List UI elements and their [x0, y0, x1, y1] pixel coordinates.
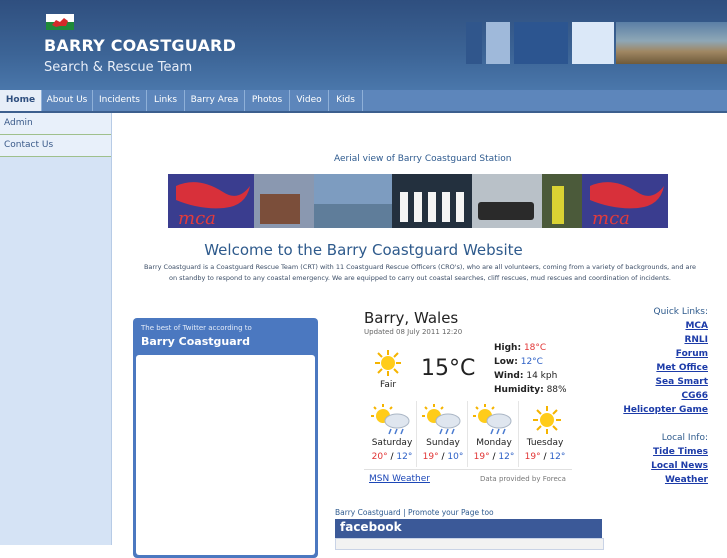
quick-link-helicopter-game[interactable]: Helicopter Game [623, 405, 708, 415]
forecast-low: 12° [549, 452, 566, 462]
header-decor-block [572, 22, 614, 64]
msn-weather-link[interactable]: MSN Weather [369, 474, 430, 484]
sidebar-item-admin[interactable]: Admin [0, 113, 111, 135]
main-nav: Home About Us Incidents Links Barry Area… [0, 90, 727, 113]
humidity-label: Humidity: [494, 385, 544, 395]
sun-cloud-rain-icon [371, 404, 410, 435]
low-value: 12°C [520, 357, 543, 367]
local-link-tide-times[interactable]: Tide Times [653, 447, 708, 457]
site-header: BARRY COASTGUARD Search & Rescue Team [0, 0, 727, 90]
forecast-temps: 19° / 12° [520, 452, 570, 462]
mca-logo-text: mca [592, 208, 630, 228]
sun-cloud-rain-icon [473, 404, 512, 435]
tab-photos[interactable]: Photos [245, 90, 290, 111]
local-link-weather[interactable]: Weather [665, 475, 708, 485]
current-condition: Fair [380, 380, 397, 390]
current-temperature: 15°C [421, 356, 476, 381]
wind-value: 14 kph [526, 371, 558, 381]
tab-links[interactable]: Links [147, 90, 185, 111]
facebook-caption[interactable]: Barry Coastguard | Promote your Page too [335, 508, 494, 517]
weather-wind: Wind: 14 kph [494, 371, 557, 381]
forecast-day: Sunday [426, 438, 460, 448]
forecast-high: 19° [524, 452, 541, 462]
forecast-high: 20° [371, 452, 388, 462]
forecast-day: Saturday [371, 438, 413, 448]
station-photo-banner[interactable]: mca mca [168, 174, 668, 228]
local-info-heading: Local Info: [661, 433, 708, 443]
forecast-temps: 20° / 12° [367, 452, 417, 462]
tab-home[interactable]: Home [0, 90, 42, 111]
facebook-header: facebook [335, 519, 602, 538]
welcome-title: Welcome to the Barry Coastguard Website [204, 241, 523, 259]
site-title[interactable]: BARRY COASTGUARD [44, 36, 236, 55]
high-label: High: [494, 343, 522, 353]
forecast-temps: 19° / 10° [418, 452, 468, 462]
header-decor-block [514, 22, 568, 64]
facebook-logo[interactable]: facebook [340, 520, 402, 534]
tab-video[interactable]: Video [290, 90, 329, 111]
twitter-title[interactable]: Barry Coastguard [141, 335, 250, 348]
quick-link-forum[interactable]: Forum [676, 349, 708, 359]
sidebar-item-contact-us[interactable]: Contact Us [0, 135, 111, 157]
quick-link-met-office[interactable]: Met Office [656, 363, 708, 373]
forecast-low: 10° [447, 452, 464, 462]
intro-line: on standby to respond to any coastal eme… [169, 274, 671, 282]
tab-about-us[interactable]: About Us [42, 90, 93, 111]
twitter-feed[interactable] [136, 355, 315, 555]
temp-separator: / [441, 452, 445, 462]
tab-kids[interactable]: Kids [329, 90, 363, 111]
photo-caption: Aerial view of Barry Coastguard Station [334, 154, 512, 164]
weather-high: High: 18°C [494, 343, 546, 353]
forecast-high: 19° [422, 452, 439, 462]
forecast-day: Tuesday [526, 438, 564, 448]
weather-updated: Updated 08 July 2011 12:20 [364, 328, 463, 336]
tab-incidents[interactable]: Incidents [93, 90, 147, 111]
forecast-low: 12° [498, 452, 515, 462]
local-link-local-news[interactable]: Local News [651, 461, 708, 471]
sun-icon [533, 406, 561, 434]
tab-barry-area[interactable]: Barry Area [185, 90, 245, 111]
site-subtitle: Search & Rescue Team [44, 60, 193, 75]
twitter-subtitle: The best of Twitter according to [141, 324, 252, 332]
weather-humidity: Humidity: 88% [494, 385, 567, 395]
temp-separator: / [390, 452, 394, 462]
quick-link-cg66[interactable]: CG66 [681, 391, 708, 401]
humidity-value: 88% [546, 385, 567, 395]
temp-separator: / [492, 452, 496, 462]
sun-icon [375, 350, 401, 376]
quick-link-rnli[interactable]: RNLI [684, 335, 708, 345]
intro-line: Barry Coastguard is a Coastguard Rescue … [143, 263, 697, 271]
sun-cloud-rain-icon [422, 404, 461, 435]
temp-separator: / [543, 452, 547, 462]
high-value: 18°C [523, 343, 547, 353]
weather-provider: Data provided by Foreca [480, 475, 566, 483]
header-photo [616, 22, 727, 64]
sidebar: Admin Contact Us [0, 113, 112, 545]
low-label: Low: [494, 357, 518, 367]
forecast-low: 12° [396, 452, 413, 462]
facebook-widget-body [335, 538, 604, 550]
header-decor-block [466, 22, 482, 64]
quick-links-heading: Quick Links: [653, 307, 708, 317]
forecast-high: 19° [473, 452, 490, 462]
twitter-widget: The best of Twitter according to Barry C… [133, 318, 318, 558]
weather-low: Low: 12°C [494, 357, 543, 367]
forecast-temps: 19° / 12° [469, 452, 519, 462]
weather-city: Barry, Wales [364, 309, 459, 327]
forecast-day: Monday [476, 438, 512, 448]
mca-logo-text: mca [178, 208, 216, 228]
intro-text: Barry Coastguard is a Coastguard Rescue … [118, 262, 722, 284]
header-decor-block [486, 22, 510, 64]
welsh-flag-icon [46, 14, 74, 30]
quick-link-sea-smart[interactable]: Sea Smart [656, 377, 708, 387]
quick-link-mca[interactable]: MCA [685, 321, 708, 331]
wind-label: Wind: [494, 371, 524, 381]
weather-divider [364, 469, 572, 470]
